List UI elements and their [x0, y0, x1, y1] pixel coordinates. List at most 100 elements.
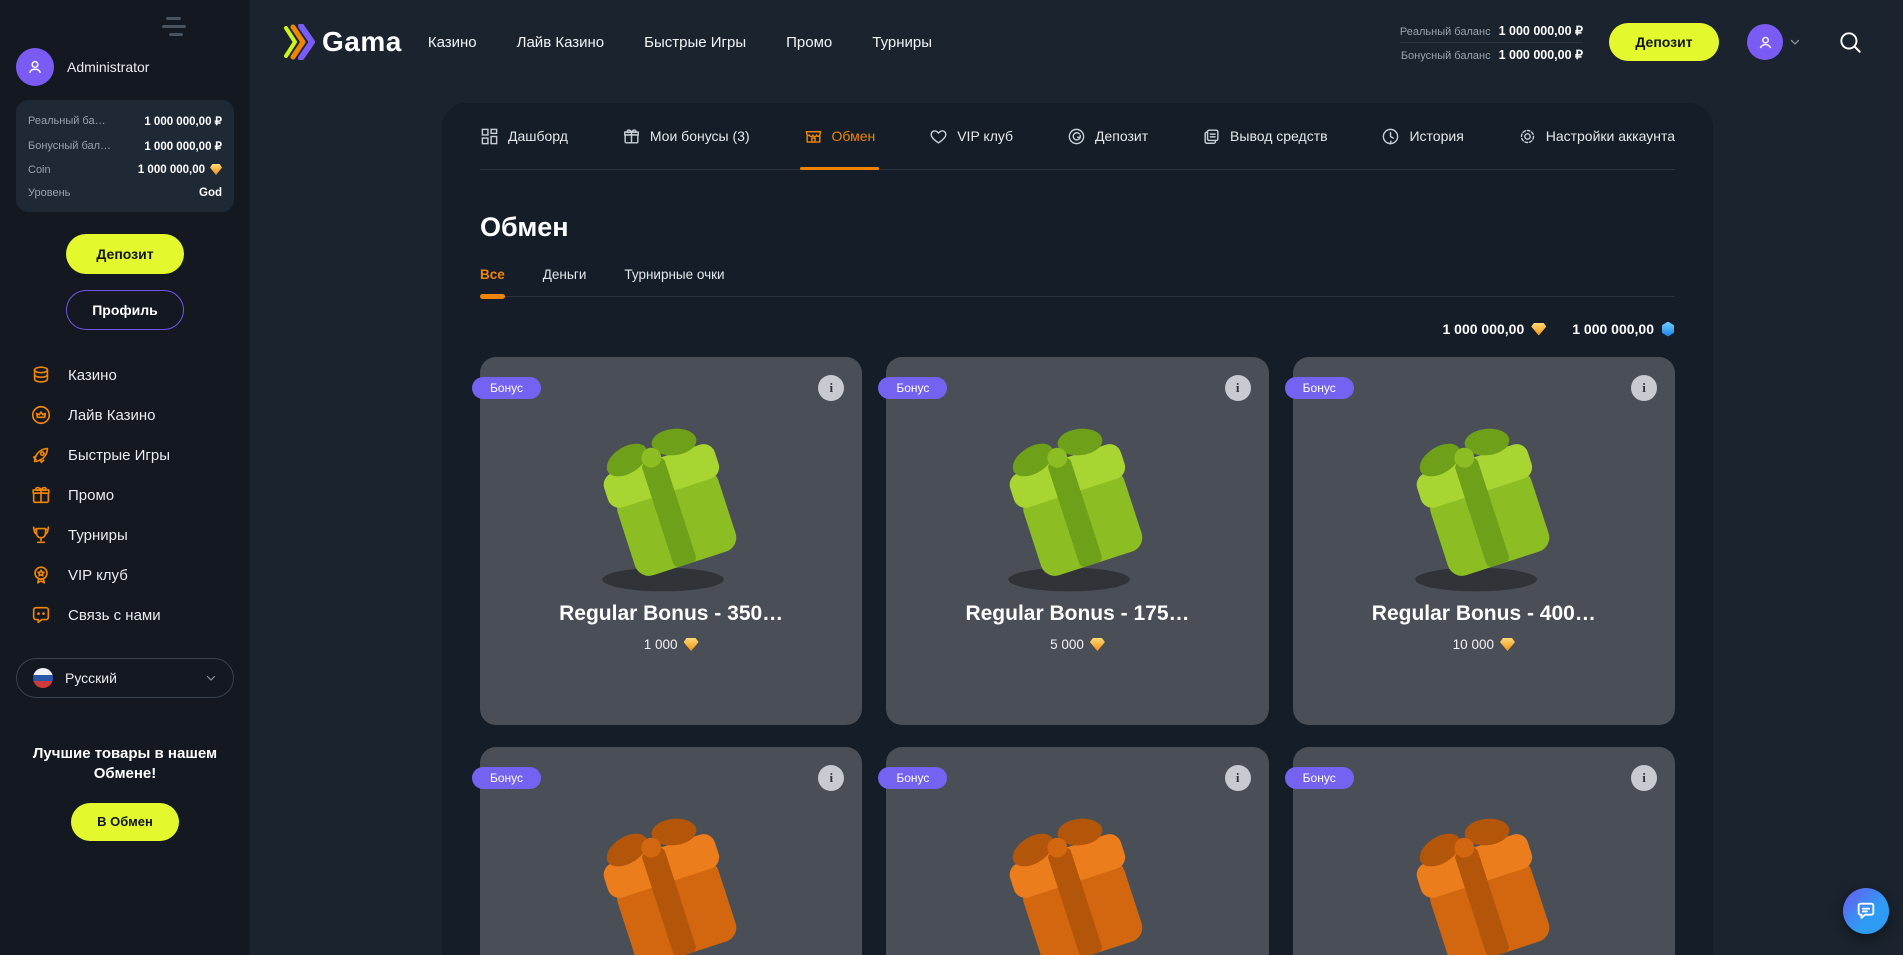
tab-vip-club[interactable]: VIP клуб [929, 103, 1013, 169]
info-icon[interactable]: i [1225, 375, 1251, 401]
gift-box-image [576, 803, 766, 955]
sidebar-item-live-casino[interactable]: Лайв Казино [16, 400, 234, 430]
tab-label: Мои бонусы (3) [650, 128, 750, 144]
tab-my-bonuses[interactable]: Мои бонусы (3) [622, 103, 750, 169]
sidebar-item-tournaments[interactable]: Турниры [16, 520, 234, 550]
bonus-badge: Бонус [1285, 767, 1354, 789]
sidebar-item-casino[interactable]: Казино [16, 360, 234, 390]
nav-casino[interactable]: Казино [428, 34, 477, 51]
sidebar-item-vip-club[interactable]: VIP клуб [16, 560, 234, 590]
brand-logo[interactable]: Gama [282, 24, 402, 60]
go-to-exchange-button[interactable]: В Обмен [71, 803, 179, 841]
chevron-down-icon [205, 672, 217, 684]
sidebar-item-label: Быстрые Игры [68, 447, 170, 464]
bonus-badge: Бонус [878, 377, 947, 399]
bonus-badge: Бонус [472, 767, 541, 789]
bonus-balance-row: Бонусный бал… 1 000 000,00 ₽ [28, 133, 222, 158]
gama-logo-icon [282, 24, 316, 60]
sidebar-menu: Казино Лайв Казино Быстрые Игры Промо Ту… [16, 360, 234, 630]
sidebar-item-fast-games[interactable]: Быстрые Игры [16, 440, 234, 470]
filter-tournament-points[interactable]: Турнирные очки [624, 267, 724, 296]
chevron-down-icon [1789, 36, 1801, 48]
header-deposit-button[interactable]: Депозит [1609, 23, 1719, 61]
bonus-card[interactable]: Бонус i [480, 747, 862, 955]
level-label: Уровень [28, 187, 70, 199]
shop-icon [804, 127, 823, 146]
real-balance-label: Реальный баланс [1400, 26, 1491, 38]
bonus-balance-value: 1 000 000,00 ₽ [1499, 47, 1583, 62]
bonus-card[interactable]: Бонус i Regular Bonus - 400… 10 000 [1293, 357, 1675, 725]
sidebar-promo-text: Лучшие товары в нашем Обмене! [16, 744, 234, 785]
info-icon[interactable]: i [818, 375, 844, 401]
sidebar: Administrator Реальный ба… 1 000 000,00 … [0, 0, 250, 955]
bonus-card[interactable]: Бонус i [886, 747, 1268, 955]
bonus-price: 5 000 [1050, 637, 1105, 652]
tab-exchange[interactable]: Обмен [804, 103, 876, 169]
level-value: God [199, 187, 222, 199]
sidebar-item-label: VIP клуб [68, 567, 128, 584]
nav-live-casino[interactable]: Лайв Казино [517, 34, 605, 51]
tab-deposit[interactable]: Депозит [1067, 103, 1148, 169]
wallet-row: 1 000 000,00 1 000 000,00 [480, 321, 1675, 337]
orange-gem-icon [210, 164, 222, 175]
dashboard-icon [480, 127, 499, 146]
bonus-title: Regular Bonus - 175… [965, 602, 1189, 626]
tab-account-settings[interactable]: Настройки аккаунта [1518, 103, 1675, 169]
gift-box-image [982, 413, 1172, 598]
sidebar-item-promo[interactable]: Промо [16, 480, 234, 510]
bonus-title: Regular Bonus - 350… [559, 602, 783, 626]
orange-gem-icon [1531, 323, 1546, 336]
account-menu-button[interactable] [1747, 24, 1801, 60]
bonus-card[interactable]: Бонус i Regular Bonus - 175… 5 000 [886, 357, 1268, 725]
search-button[interactable] [1837, 29, 1863, 55]
info-icon[interactable]: i [1631, 375, 1657, 401]
filter-all[interactable]: Все [480, 267, 505, 296]
filter-money[interactable]: Деньги [543, 267, 587, 296]
tab-label: VIP клуб [957, 128, 1013, 144]
sidebar-deposit-button[interactable]: Депозит [66, 234, 184, 274]
withdraw-icon [1202, 127, 1221, 146]
bonus-card[interactable]: Бонус i Regular Bonus - 350… 1 000 [480, 357, 862, 725]
nav-tournaments[interactable]: Турниры [872, 34, 932, 51]
tab-label: Вывод средств [1230, 128, 1328, 144]
coin-wallet-amount: 1 000 000,00 [1443, 321, 1547, 337]
header-bonus-balance: Бонусный баланс 1 000 000,00 ₽ [1400, 42, 1583, 66]
sidebar-user[interactable]: Administrator [16, 0, 234, 86]
sidebar-item-label: Лайв Казино [68, 407, 156, 424]
language-selector[interactable]: Русский [16, 658, 234, 698]
tab-dashboard[interactable]: Дашборд [480, 103, 568, 169]
coin-balance-label: Coin [28, 164, 51, 176]
avatar [1747, 24, 1783, 60]
tab-withdraw[interactable]: Вывод средств [1202, 103, 1328, 169]
gift-box-image [1389, 413, 1579, 598]
balance-summary-box: Реальный ба… 1 000 000,00 ₽ Бонусный бал… [16, 100, 234, 212]
bonus-title: Regular Bonus - 400… [1372, 602, 1596, 626]
user-icon [1756, 33, 1775, 52]
bonus-balance-label: Бонусный баланс [1401, 50, 1491, 62]
tab-history[interactable]: История [1381, 103, 1463, 169]
tab-label: Депозит [1095, 128, 1148, 144]
sidebar-item-contact[interactable]: Связь с нами [16, 600, 234, 630]
trophy-icon [30, 524, 52, 546]
gem-wallet-amount: 1 000 000,00 [1572, 321, 1675, 337]
sidebar-profile-button[interactable]: Профиль [66, 290, 184, 330]
bonus-card[interactable]: Бонус i [1293, 747, 1675, 955]
coin-balance-row: Coin 1 000 000,00 [28, 158, 222, 181]
tab-label: История [1409, 128, 1463, 144]
deposit-icon [1067, 127, 1086, 146]
real-balance-row: Реальный ба… 1 000 000,00 ₽ [28, 108, 222, 133]
sidebar-collapse-icon[interactable] [156, 13, 192, 39]
blue-gem-icon [1661, 322, 1675, 337]
info-icon[interactable]: i [1225, 765, 1251, 791]
info-icon[interactable]: i [818, 765, 844, 791]
nav-fast-games[interactable]: Быстрые Игры [644, 34, 746, 51]
nav-promo[interactable]: Промо [786, 34, 832, 51]
orange-gem-icon [1090, 638, 1105, 651]
rocket-icon [30, 444, 52, 466]
coin-balance-value: 1 000 000,00 [138, 164, 222, 176]
live-chat-button[interactable] [1843, 888, 1889, 934]
info-icon[interactable]: i [1631, 765, 1657, 791]
account-panel: Дашборд Мои бонусы (3) Обмен VIP клуб Де… [442, 103, 1713, 955]
gift-box-image [576, 413, 766, 598]
sidebar-item-label: Турниры [68, 527, 128, 544]
